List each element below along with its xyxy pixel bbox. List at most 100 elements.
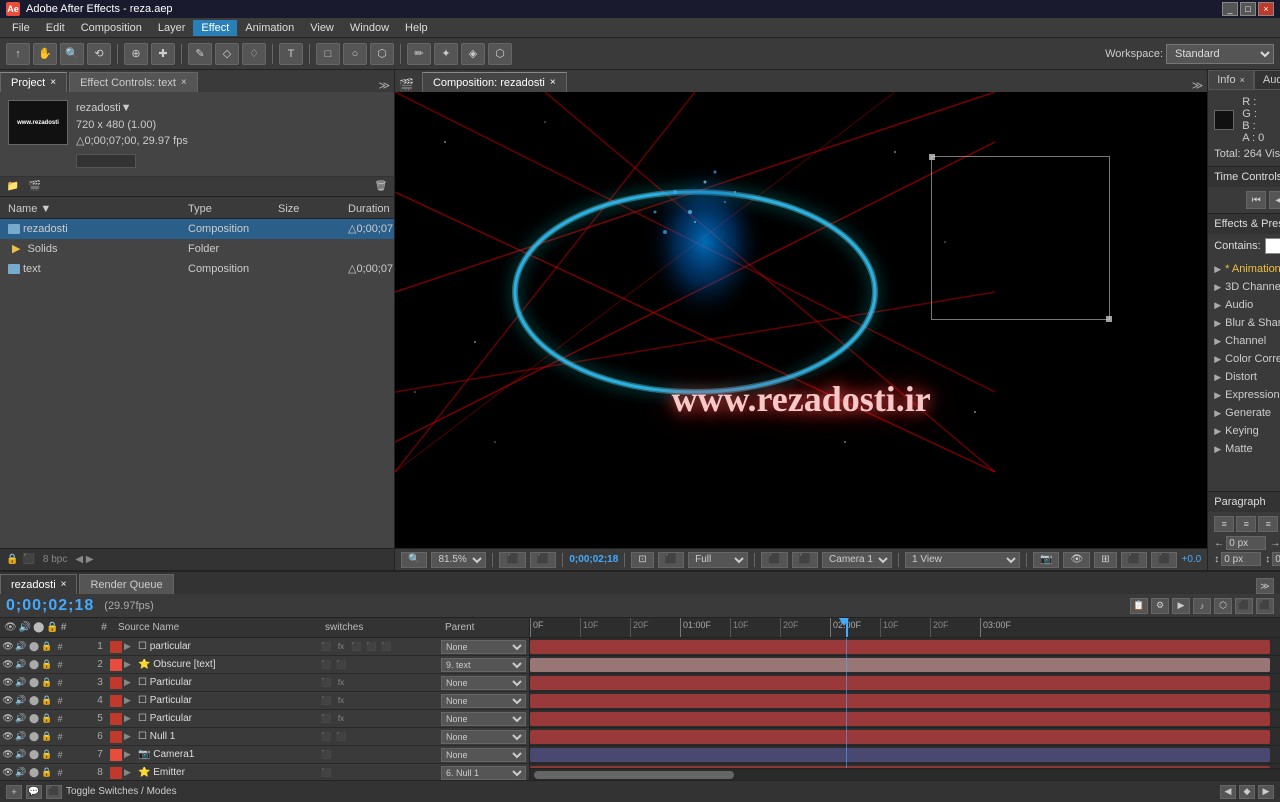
viewer-quality-btn[interactable]: ⬛ (658, 552, 684, 568)
solo-btn-3[interactable]: ⬤ (28, 677, 40, 689)
effects-search-input[interactable] (1265, 238, 1280, 254)
effects-item-channel[interactable]: ▶ Channel (1208, 332, 1280, 350)
effects-item-audio[interactable]: ▶ Audio (1208, 296, 1280, 314)
close-button[interactable]: × (1258, 2, 1274, 16)
tool-orbit[interactable]: ⟲ (87, 43, 111, 65)
tool-hand[interactable]: ✋ (33, 43, 57, 65)
ls-fx-3[interactable]: fx (334, 676, 348, 690)
menu-effect[interactable]: Effect (193, 20, 237, 36)
tool-text[interactable]: T (279, 43, 303, 65)
layer-expand-6[interactable]: ▶ (124, 731, 136, 742)
effects-item-color-correction[interactable]: ▶ Color Correction (1208, 350, 1280, 368)
track-bar-1[interactable] (530, 640, 1270, 654)
layer-expand-7[interactable]: ▶ (124, 749, 136, 760)
ls-fx-2[interactable]: ⬛ (334, 658, 348, 672)
shy-btn-5[interactable]: # (54, 713, 66, 725)
layer-expand-5[interactable]: ▶ (124, 713, 136, 724)
para-space-before-input[interactable] (1221, 552, 1261, 566)
tab-audio[interactable]: Audio (1254, 70, 1280, 90)
tool-select[interactable]: ↑ (6, 43, 30, 65)
layer-row-1[interactable]: 👁 🔊 ⬤ 🔒 # 1 ▶ ☐ particular ⬛ fx ⬛ ⬛ (0, 638, 529, 656)
track-bar-3[interactable] (530, 676, 1270, 690)
shy-btn-3[interactable]: # (54, 677, 66, 689)
tool-shape-rect[interactable]: □ (316, 43, 340, 65)
layer-row-4[interactable]: 👁 🔊 ⬤ 🔒 # 4 ▶ ☐ Particular ⬛ fx (0, 692, 529, 710)
tab-rezadosti-close[interactable]: × (61, 579, 67, 590)
ls-mb-1[interactable]: ⬛ (349, 640, 363, 654)
panel-expand-left[interactable]: ≫ (378, 79, 390, 92)
shy-btn-8[interactable]: # (54, 767, 66, 779)
shy-btn-6[interactable]: # (54, 731, 66, 743)
ls-fx-1[interactable]: fx (334, 640, 348, 654)
eye-btn-1[interactable]: 👁 (2, 641, 14, 653)
layer-row-5[interactable]: 👁 🔊 ⬤ 🔒 # 5 ▶ ☐ Particular ⬛ fx (0, 710, 529, 728)
tool-feather[interactable]: ♢ (242, 43, 266, 65)
viewer-snapshot-btn[interactable]: 📷 (1033, 552, 1059, 568)
ls-3d-4[interactable]: ⬛ (319, 694, 333, 708)
track-bar-4[interactable] (530, 694, 1270, 708)
layer-row-8[interactable]: 👁 🔊 ⬤ 🔒 # 8 ▶ ⭐ Emitter ⬛ 6. Null 1None (0, 764, 529, 780)
audio-btn-2[interactable]: 🔊 (15, 659, 27, 671)
tab-comp-close[interactable]: × (550, 77, 556, 88)
effects-item-matte[interactable]: ▶ Matte (1208, 440, 1280, 458)
ls-3d-1[interactable]: ⬛ (319, 640, 333, 654)
viewer-grid-btn[interactable]: ⊞ (1094, 552, 1116, 568)
layer-expand-2[interactable]: ▶ (124, 659, 136, 670)
maximize-button[interactable]: □ (1240, 2, 1256, 16)
tc-first-frame[interactable]: ⏮ (1246, 191, 1266, 209)
new-folder-btn[interactable]: 📁 (4, 178, 22, 194)
tl-audio[interactable]: ♪ (1193, 598, 1211, 614)
ls-3d-7[interactable]: ⬛ (319, 748, 333, 762)
file-row-rezadosti[interactable]: rezadosti Composition △0;00;07;00 (0, 219, 394, 239)
layer-row-7[interactable]: 👁 🔊 ⬤ 🔒 # 7 ▶ 📷 Camera1 ⬛ None (0, 746, 529, 764)
tl-ctrl-1[interactable]: ≫ (1256, 578, 1274, 594)
shy-btn-2[interactable]: # (54, 659, 66, 671)
tl-motion-blur-f[interactable]: ⬛ (46, 785, 62, 799)
lock-btn-2[interactable]: 🔒 (41, 659, 53, 671)
ls-3d-2[interactable]: ⬛ (319, 658, 333, 672)
tab-info-close[interactable]: × (1240, 75, 1245, 85)
tool-eraser[interactable]: ◈ (461, 43, 485, 65)
lock-btn-3[interactable]: 🔒 (41, 677, 53, 689)
parent-select-5[interactable]: None (441, 712, 526, 726)
tl-motion-blur[interactable]: ⬛ (1235, 598, 1253, 614)
shy-btn-1[interactable]: # (54, 641, 66, 653)
viewer-fit2-btn[interactable]: ⬛ (530, 552, 556, 568)
eye-btn-5[interactable]: 👁 (2, 713, 14, 725)
para-space-after-input[interactable] (1272, 552, 1280, 566)
solo-btn-8[interactable]: ⬤ (28, 767, 40, 779)
effects-item-generate[interactable]: ▶ Generate (1208, 404, 1280, 422)
viewer-zoom-select[interactable]: 81.5% 100% 50% (431, 552, 486, 568)
new-comp-btn[interactable]: 🎬 (26, 178, 44, 194)
timeline-scroll-thumb[interactable] (534, 771, 734, 779)
tl-3d-render[interactable]: ⬛ (1256, 598, 1274, 614)
tool-zoom[interactable]: 🔍 (60, 43, 84, 65)
ls-3d-3[interactable]: ⬛ (319, 676, 333, 690)
ls-3d-6[interactable]: ⬛ (319, 730, 333, 744)
tab-project[interactable]: Project × (0, 72, 67, 92)
menu-window[interactable]: Window (342, 20, 397, 36)
layer-expand-8[interactable]: ▶ (124, 767, 136, 778)
solo-btn-1[interactable]: ⬤ (28, 641, 40, 653)
parent-select-2[interactable]: 9. textNone (441, 658, 526, 672)
tl-cache[interactable]: ⬡ (1214, 598, 1232, 614)
file-row-solids[interactable]: ▶ Solids Folder (0, 239, 394, 259)
eye-btn-8[interactable]: 👁 (2, 767, 14, 779)
toggle-switches-btn[interactable]: Toggle Switches / Modes (66, 786, 177, 797)
lock-btn-4[interactable]: 🔒 (41, 695, 53, 707)
shy-btn-7[interactable]: # (54, 749, 66, 761)
timeline-playhead[interactable] (846, 618, 848, 637)
track-bar-7[interactable] (530, 748, 1270, 762)
viewer-magnify-btn[interactable]: 🔍 (401, 552, 427, 568)
solo-btn-6[interactable]: ⬤ (28, 731, 40, 743)
layer-row-2[interactable]: 👁 🔊 ⬤ 🔒 # 2 ▶ ⭐ Obscure [text] ⬛ ⬛ (0, 656, 529, 674)
effects-item-expression[interactable]: ▶ Expression Controls (1208, 386, 1280, 404)
audio-btn-4[interactable]: 🔊 (15, 695, 27, 707)
file-row-text[interactable]: text Composition △0;00;07;00 (0, 259, 394, 279)
tool-pen[interactable]: ✎ (188, 43, 212, 65)
tool-puppet[interactable]: ⬡ (488, 43, 512, 65)
col-type[interactable]: Type (184, 203, 274, 215)
effects-item-keying[interactable]: ▶ Keying (1208, 422, 1280, 440)
para-align-right[interactable]: ≡ (1258, 516, 1278, 532)
tab-effect-controls[interactable]: Effect Controls: text × (69, 72, 198, 92)
